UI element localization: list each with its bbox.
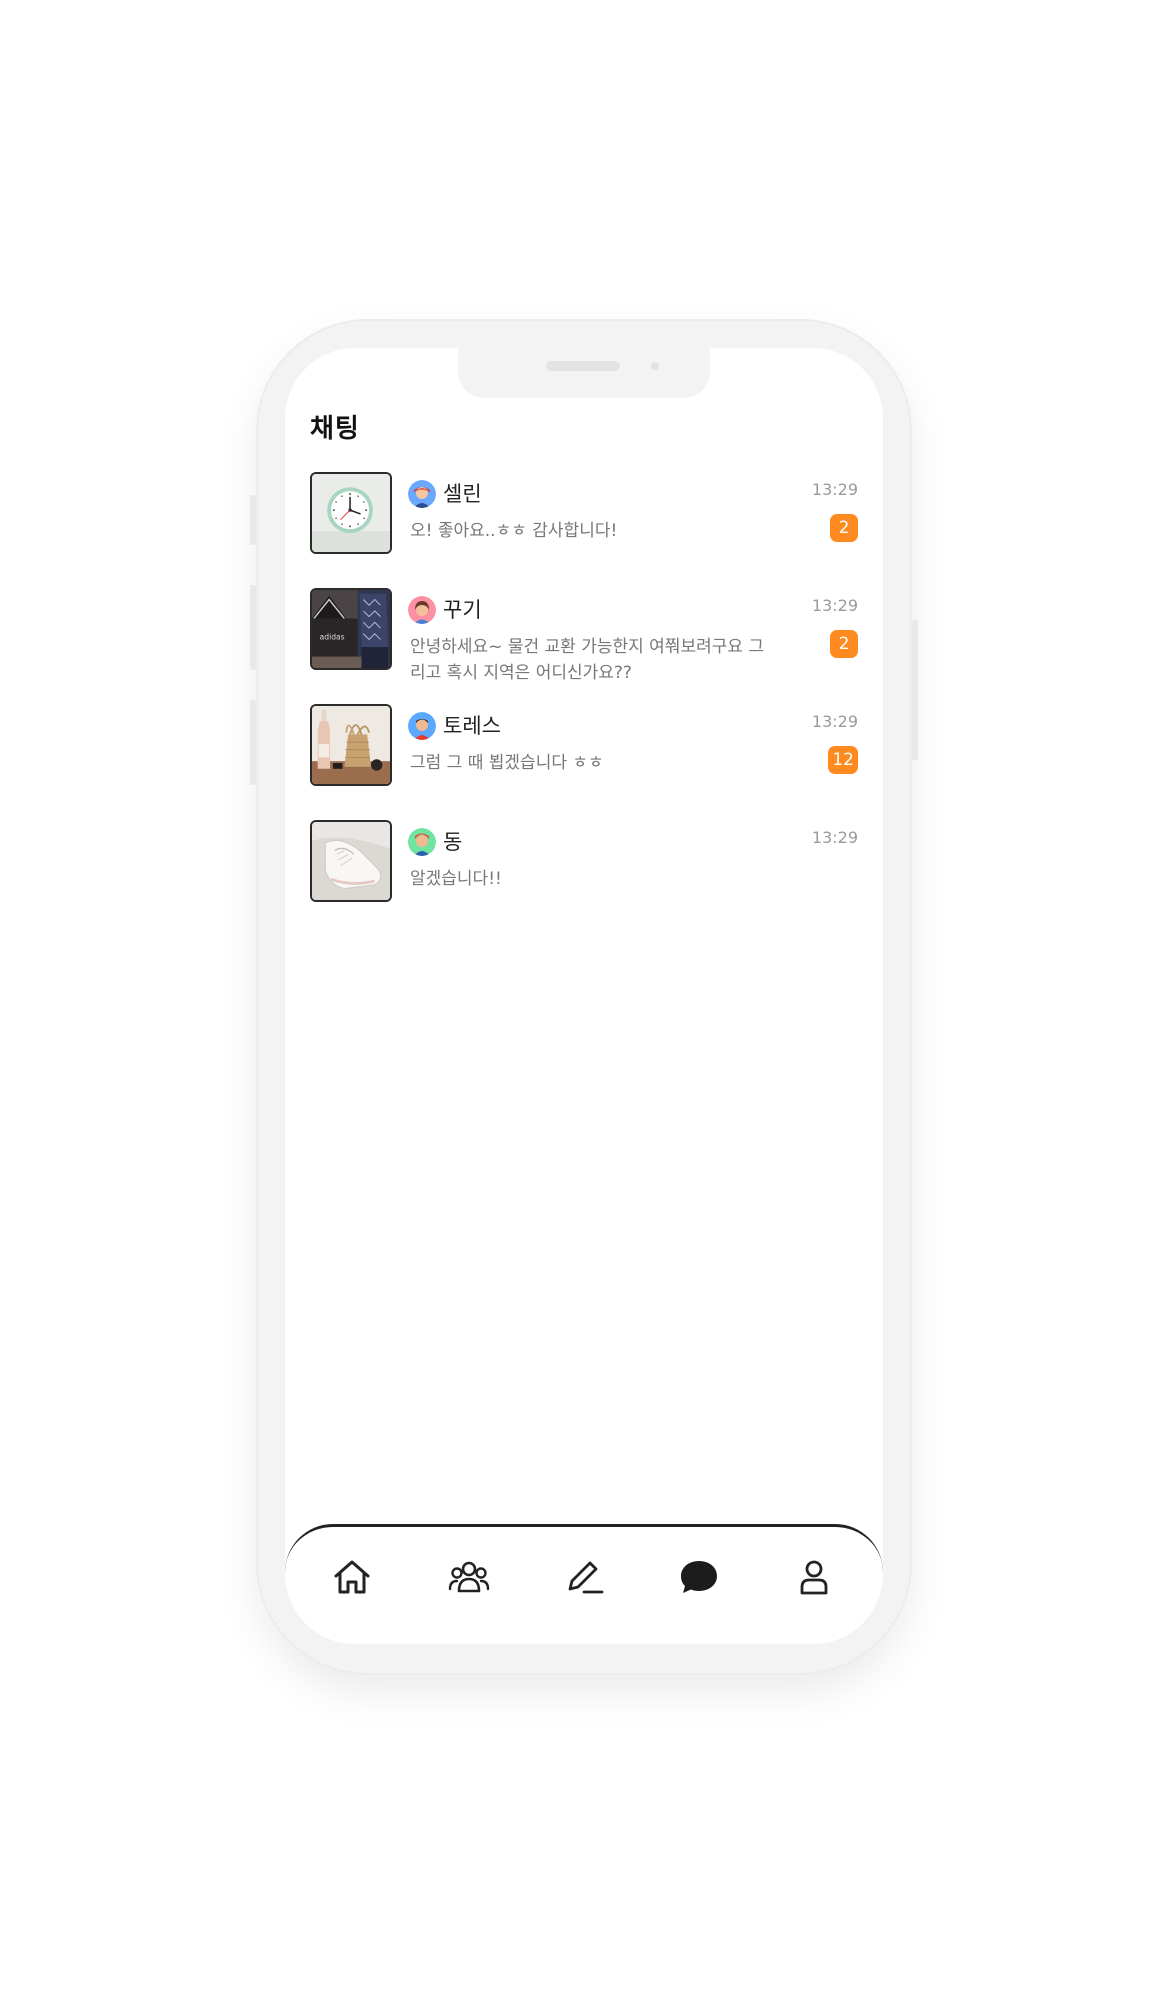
stage: 채팅 셀린 오! 좋아요..ㅎㅎ 감사합니다! 13:29 2 adidas 꾸… — [0, 0, 1170, 1989]
phone-speaker — [546, 361, 620, 371]
chat-message: 알겠습니다!! — [410, 869, 502, 889]
phone-power-button — [912, 620, 918, 760]
avatar — [408, 712, 436, 740]
page-title: 채팅 — [310, 414, 360, 444]
bottle-vase-image — [312, 706, 390, 784]
chat-item-2[interactable]: adidas 꾸기 안녕하세요~ 물건 교환 가능한지 여쭤보려구요 그리고 혹… — [310, 588, 858, 684]
avatar — [408, 480, 436, 508]
unread-badge: 12 — [828, 746, 858, 774]
avatar — [408, 828, 436, 856]
nav-chat[interactable] — [677, 1555, 721, 1599]
product-thumbnail-sneaker-box: adidas — [310, 588, 392, 670]
chat-message: 오! 좋아요..ㅎㅎ 감사합니다! — [410, 521, 618, 541]
nav-profile[interactable] — [792, 1555, 836, 1599]
profile-icon — [800, 1560, 828, 1595]
write-icon — [568, 1561, 604, 1594]
unread-badge: 2 — [830, 630, 858, 658]
chat-item-3[interactable]: 토레스 그럼 그 때 뵙겠습니다 ㅎㅎ 13:29 12 — [310, 704, 858, 792]
product-thumbnail-wall-clock — [310, 472, 392, 554]
chat-time: 13:29 — [811, 480, 858, 499]
user-avatar-icon — [408, 712, 436, 740]
nav-home[interactable] — [330, 1555, 374, 1599]
nav-community[interactable] — [447, 1555, 491, 1599]
community-icon — [448, 1561, 490, 1593]
chat-item-1[interactable]: 셀린 오! 좋아요..ㅎㅎ 감사합니다! 13:29 2 — [310, 472, 858, 560]
chat-name: 셀린 — [443, 482, 482, 506]
chat-message: 그럼 그 때 뵙겠습니다 ㅎㅎ — [410, 753, 604, 773]
user-avatar-icon — [408, 480, 436, 508]
wall-clock-image — [312, 474, 390, 552]
white-sneaker-image — [312, 822, 390, 900]
chat-time: 13:29 — [811, 828, 858, 847]
bottom-navigation — [285, 1524, 883, 1644]
product-thumbnail-white-sneaker — [310, 820, 392, 902]
user-avatar-icon — [408, 828, 436, 856]
user-avatar-icon — [408, 596, 436, 624]
phone-notch — [458, 348, 710, 398]
chat-item-4[interactable]: 동 알겠습니다!! 13:29 — [310, 820, 858, 908]
chat-time: 13:29 — [811, 712, 858, 731]
svg-text:adidas: adidas — [320, 632, 345, 641]
chat-icon — [681, 1561, 717, 1593]
chat-name: 동 — [443, 830, 463, 854]
home-icon — [334, 1560, 370, 1594]
chat-name: 꾸기 — [443, 598, 482, 622]
chat-message: 안녕하세요~ 물건 교환 가능한지 여쭤보려구요 그리고 혹시 지역은 어디신가… — [410, 637, 765, 683]
phone-screen: 채팅 셀린 오! 좋아요..ㅎㅎ 감사합니다! 13:29 2 adidas 꾸… — [285, 348, 883, 1644]
sneaker-box-image: adidas — [312, 590, 390, 668]
product-thumbnail-bottle-vase — [310, 704, 392, 786]
nav-write[interactable] — [562, 1555, 606, 1599]
avatar — [408, 596, 436, 624]
chat-name: 토레스 — [443, 714, 501, 738]
unread-badge: 2 — [830, 514, 858, 542]
chat-time: 13:29 — [811, 596, 858, 615]
phone-camera — [651, 362, 659, 370]
